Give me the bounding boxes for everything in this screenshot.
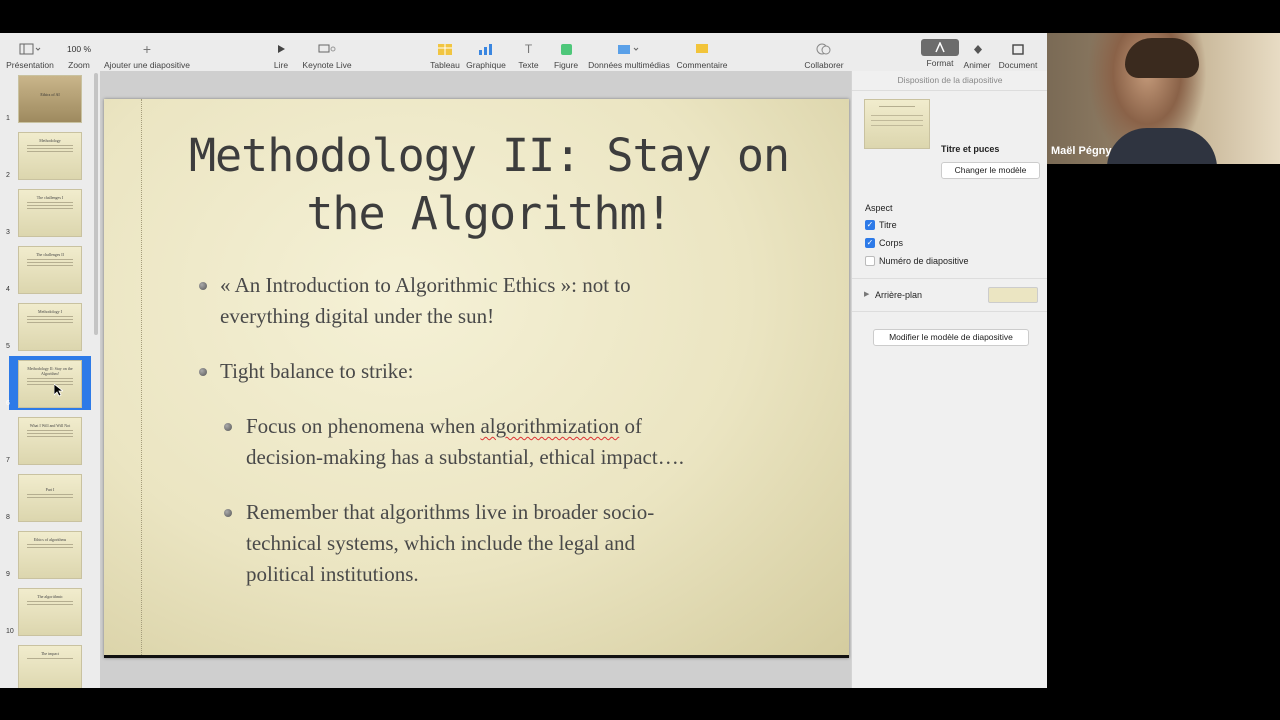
title-checkbox[interactable]: ✓ xyxy=(865,220,875,230)
media-button[interactable]: Données multimédias xyxy=(588,33,670,71)
participant-name: Maël Pégny xyxy=(1051,145,1112,157)
table-icon xyxy=(438,40,452,58)
bullet-dot xyxy=(199,368,207,376)
slide-title-line: the Algorithm! xyxy=(306,187,672,240)
keynote-live-button[interactable]: Keynote Live xyxy=(302,33,352,71)
bullet-text: political institutions. xyxy=(246,562,419,586)
keynote-window: Présentation 100 % Zoom + Ajouter une di… xyxy=(0,33,1047,688)
slide-number: 7 xyxy=(6,457,10,464)
layout-thumbnail[interactable] xyxy=(864,99,930,149)
shape-icon xyxy=(560,40,572,58)
slide-thumbnail-5[interactable]: Methodology I xyxy=(18,303,82,351)
slide-thumbnail-4[interactable]: The challenges II xyxy=(18,246,82,294)
zoom-button[interactable]: 100 % Zoom xyxy=(60,33,98,71)
slide-navigator[interactable]: Ethics of AI 1 Methodology 2 The challen… xyxy=(0,71,100,688)
bullet-text: Remember that algorithms live in broader… xyxy=(246,500,655,524)
table-button[interactable]: Tableau xyxy=(430,33,460,71)
slide-number: 9 xyxy=(6,571,10,578)
shape-button[interactable]: Figure xyxy=(552,33,580,71)
bullet-text: of xyxy=(619,414,643,438)
slide-number: 4 xyxy=(6,286,10,293)
bullet-dot xyxy=(199,282,207,290)
bullet-2[interactable]: Tight balance to strike: xyxy=(220,356,413,387)
edit-master-button[interactable]: Modifier le modèle de diapositive xyxy=(873,329,1029,346)
presentation-button[interactable]: Présentation xyxy=(6,33,54,71)
sidebar-icon xyxy=(19,40,41,58)
play-button[interactable]: Lire xyxy=(270,33,292,71)
bullet-1[interactable]: « An Introduction to Algorithmic Ethics … xyxy=(220,270,631,332)
mouse-cursor-icon xyxy=(54,384,63,397)
slide-thumbnail-3[interactable]: The challenges I xyxy=(18,189,82,237)
zoom-value: 100 % xyxy=(66,44,92,54)
slide-thumbnail-8[interactable]: Part I xyxy=(18,474,82,522)
inspector-header: Disposition de la diapositive xyxy=(852,71,1047,91)
background-color-well[interactable] xyxy=(988,287,1038,303)
slide-number: 5 xyxy=(6,343,10,350)
slide-number: 2 xyxy=(6,172,10,179)
slide-number-checkbox[interactable] xyxy=(865,256,875,266)
body-checkbox-label: Corps xyxy=(879,238,904,248)
slide-canvas[interactable]: Methodology II: Stay on the Algorithm! «… xyxy=(100,71,851,688)
slide-number: 10 xyxy=(6,628,14,635)
bullet-text: « An Introduction to Algorithmic Ethics … xyxy=(220,273,631,297)
slide-thumbnail-9[interactable]: Ethics of algorithms xyxy=(18,531,82,579)
document-button[interactable]: Document xyxy=(998,33,1038,71)
toolbar: Présentation 100 % Zoom + Ajouter une di… xyxy=(0,33,1047,72)
collaborate-button[interactable]: Collaborer xyxy=(804,33,844,71)
comment-icon xyxy=(696,40,708,58)
text-button[interactable]: T Texte xyxy=(516,33,541,71)
play-icon xyxy=(276,40,286,58)
sub-bullet-2[interactable]: Remember that algorithms live in broader… xyxy=(246,497,654,590)
media-icon xyxy=(618,40,640,58)
animate-button[interactable]: Animer xyxy=(962,33,992,71)
bullet-text: technical systems, which include the leg… xyxy=(246,531,635,555)
misspelled-word[interactable]: algorithmization xyxy=(480,414,619,438)
body-checkbox[interactable]: ✓ xyxy=(865,238,875,248)
slide-number: 3 xyxy=(6,229,10,236)
inspector-panel: Disposition de la diapositive Titre et p… xyxy=(851,71,1047,688)
plus-icon: + xyxy=(142,41,152,57)
document-icon xyxy=(1012,40,1024,58)
bullet-dot xyxy=(224,423,232,431)
slide-title-line: Methodology II: Stay on xyxy=(188,129,790,182)
bullet-text: decision-making has a substantial, ethic… xyxy=(246,445,684,469)
aspect-label: Aspect xyxy=(865,203,893,213)
bullet-dot xyxy=(224,509,232,517)
sub-bullet-1[interactable]: Focus on phenomena when algorithmization… xyxy=(246,411,684,473)
collaborate-icon xyxy=(816,40,832,58)
chart-button[interactable]: Graphique xyxy=(466,33,506,71)
bullet-text: everything digital under the sun! xyxy=(220,304,495,328)
current-slide[interactable]: Methodology II: Stay on the Algorithm! «… xyxy=(104,99,849,658)
slide-guide-line xyxy=(141,99,142,655)
slide-number: 6 xyxy=(6,400,10,407)
participant-hair xyxy=(1125,38,1199,78)
layout-name: Titre et puces xyxy=(941,144,1000,154)
disclosure-triangle-icon[interactable]: ▶ xyxy=(864,290,869,298)
text-icon: T xyxy=(524,42,533,56)
comment-button[interactable]: Commentaire xyxy=(676,33,728,71)
slide-thumbnail-10[interactable]: The algorithmic xyxy=(18,588,82,636)
bullet-text: Focus on phenomena when xyxy=(246,414,481,438)
slide-number-checkbox-label: Numéro de diapositive xyxy=(879,256,969,266)
format-button[interactable]: Format xyxy=(921,33,959,71)
title-checkbox-label: Titre xyxy=(879,220,897,230)
chart-icon xyxy=(479,40,493,58)
keynote-live-icon xyxy=(318,40,336,58)
slide-thumbnail-6[interactable]: Methodology II: Stay on the Algorithm! xyxy=(18,360,82,408)
slide-number: 8 xyxy=(6,514,10,521)
change-master-button[interactable]: Changer le modèle xyxy=(941,162,1040,179)
slide-thumbnail-7[interactable]: What I Will and Will Not xyxy=(18,417,82,465)
slide-thumbnail-2[interactable]: Methodology xyxy=(18,132,82,180)
slide-thumbnail-11[interactable]: The impact xyxy=(18,645,82,688)
background-label[interactable]: Arrière-plan xyxy=(875,290,922,300)
animate-icon xyxy=(970,40,984,58)
navigator-scrollbar[interactable] xyxy=(94,73,98,335)
slide-number: 1 xyxy=(6,115,10,122)
slide-thumbnail-1[interactable]: Ethics of AI xyxy=(18,75,82,123)
slide-title[interactable]: Methodology II: Stay on the Algorithm! xyxy=(164,127,814,243)
add-slide-button[interactable]: + Ajouter une diapositive xyxy=(103,33,191,71)
format-icon xyxy=(921,39,959,56)
